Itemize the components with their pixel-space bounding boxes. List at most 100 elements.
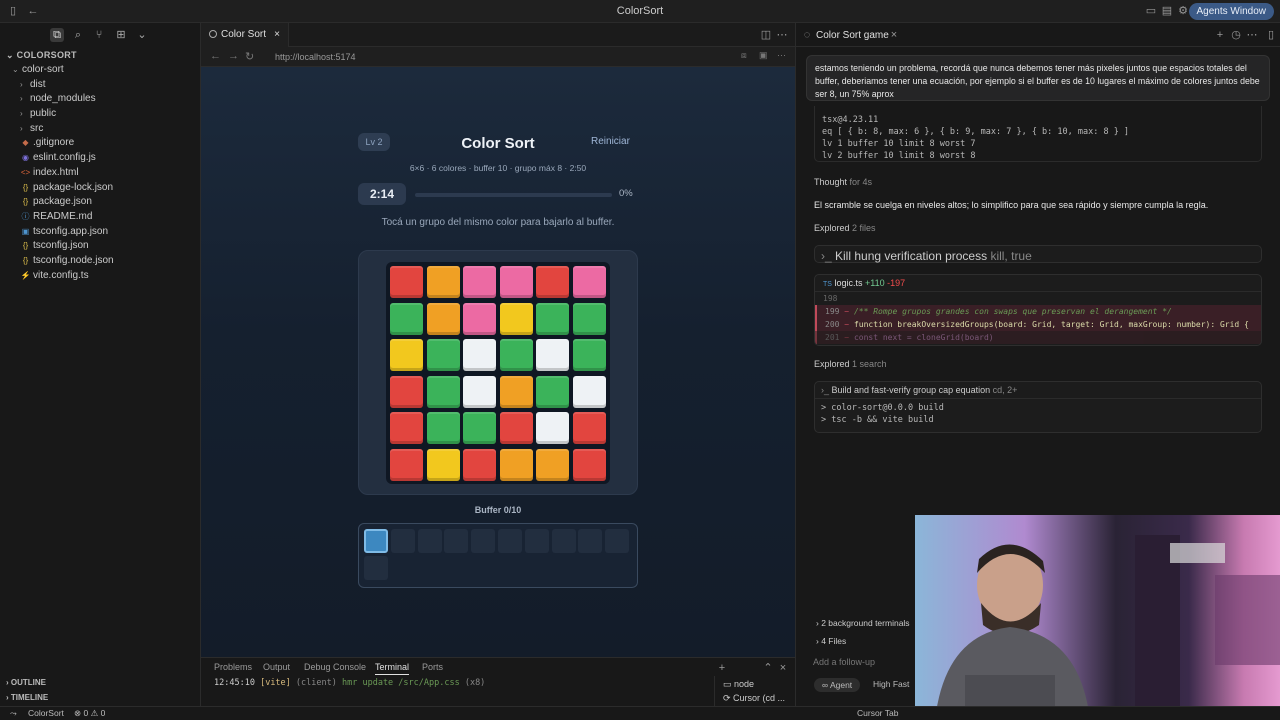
board-cell-orange[interactable] — [499, 449, 533, 481]
extensions-icon[interactable]: ⊞ — [114, 28, 128, 42]
settings-gear-icon[interactable]: ⚙ — [1176, 4, 1190, 18]
tree-folder[interactable]: › src — [0, 122, 200, 137]
board-cell-red[interactable] — [536, 266, 570, 298]
tree-file[interactable]: {} package-lock.json — [0, 181, 200, 196]
more-icon[interactable]: ⋯ — [1245, 28, 1259, 42]
tree-folder[interactable]: › node_modules — [0, 92, 200, 107]
board-cell-orange[interactable] — [536, 449, 570, 481]
board-cell-green[interactable] — [499, 339, 533, 372]
board-cell-green[interactable] — [536, 302, 570, 335]
remote-icon[interactable]: ⤳ — [10, 708, 17, 719]
history-icon[interactable]: ◷ — [1229, 28, 1243, 42]
panel-icon[interactable]: ▤ — [1160, 4, 1174, 18]
layout-icon[interactable]: ▭ — [1144, 4, 1158, 18]
board-cell-pink[interactable] — [463, 266, 497, 298]
model-selector[interactable]: High Fast — [873, 679, 909, 689]
tree-file[interactable]: <> index.html — [0, 166, 200, 181]
board-cell-pink[interactable] — [573, 266, 606, 298]
board-cell-green[interactable] — [573, 339, 606, 372]
split-editor-icon[interactable]: ◫ — [759, 28, 773, 42]
board-cell-pink[interactable] — [499, 266, 533, 298]
tree-file[interactable]: {} tsconfig.json — [0, 239, 200, 254]
tree-file[interactable]: ◉ eslint.config.js — [0, 151, 200, 166]
tree-file[interactable]: ⚡ vite.config.ts — [0, 269, 200, 284]
new-chat-icon[interactable]: + — [1213, 28, 1227, 42]
search-icon[interactable]: ⌕ — [71, 28, 85, 42]
board-cell-green[interactable] — [463, 412, 497, 445]
mode-selector[interactable]: ∞ Agent — [814, 678, 861, 692]
board-cell-yellow[interactable] — [390, 339, 423, 372]
add-terminal-icon[interactable]: + — [715, 661, 729, 675]
board-cell-pink[interactable] — [463, 302, 497, 335]
files-icon[interactable]: ⧉ — [50, 28, 64, 42]
board-cell-white[interactable] — [463, 339, 497, 372]
panel-tab-ports[interactable]: Ports — [422, 662, 443, 672]
agents-window-button[interactable]: Agents Window — [1188, 3, 1274, 20]
close-icon[interactable]: × — [887, 28, 901, 42]
more-icon[interactable]: ⋯ — [777, 50, 786, 61]
terminal-output[interactable]: 12:45:10 [vite] (client) hmr update /src… — [214, 678, 485, 688]
board-cell-orange[interactable] — [499, 375, 533, 408]
followup-input[interactable]: Add a follow-up — [813, 657, 875, 667]
url-field[interactable]: http://localhost:5174 — [275, 52, 356, 62]
thought-indicator[interactable]: Thought for 4s — [814, 177, 872, 187]
terminal-item[interactable]: ⟳ Cursor (cd ... — [723, 693, 795, 704]
devtools-icon[interactable]: ⧈ — [741, 50, 747, 61]
back-icon[interactable]: ← — [210, 50, 221, 62]
board-cell-orange[interactable] — [426, 266, 460, 298]
board-cell-red[interactable] — [390, 449, 423, 481]
panel-tab-problems[interactable]: Problems — [214, 662, 252, 672]
board-cell-yellow[interactable] — [499, 302, 533, 335]
followup-composer[interactable]: Add a follow-up ∞ Agent High Fast — [806, 650, 916, 702]
tree-file[interactable]: ⓘ README.md — [0, 210, 200, 225]
board-cell-yellow[interactable] — [426, 449, 460, 481]
board-cell-orange[interactable] — [426, 302, 460, 335]
board-cell-white[interactable] — [573, 375, 606, 408]
tree-file[interactable]: ▣ tsconfig.app.json — [0, 225, 200, 240]
board-cell-red[interactable] — [573, 412, 606, 445]
board-cell-white[interactable] — [463, 375, 497, 408]
panel-toggle-icon[interactable]: ▯ — [1264, 28, 1278, 42]
board-cell-white[interactable] — [536, 412, 570, 445]
tree-root-folder[interactable]: ⌄ color-sort — [0, 63, 200, 78]
board-cell-red[interactable] — [390, 375, 423, 408]
screenshot-icon[interactable]: ▣ — [759, 50, 768, 61]
workspace-name[interactable]: ColorSort — [28, 708, 64, 718]
forward-icon[interactable]: → — [228, 50, 239, 62]
tree-file[interactable]: {} package.json — [0, 195, 200, 210]
tree-folder[interactable]: › public — [0, 107, 200, 122]
files-summary[interactable]: › 4 Files — [816, 636, 846, 646]
background-terminals[interactable]: › 2 background terminals — [816, 618, 910, 628]
close-icon[interactable]: × — [274, 23, 280, 47]
board-cell-green[interactable] — [426, 412, 460, 445]
kill-process-step[interactable]: ›_ Kill hung verification process kill, … — [814, 245, 1262, 263]
build-step[interactable]: ›_ Build and fast-verify group cap equat… — [814, 381, 1262, 433]
cursor-tab-status[interactable]: Cursor Tab — [857, 708, 898, 718]
board-cell-white[interactable] — [536, 339, 570, 372]
terminal-item[interactable]: ▭ node — [723, 679, 795, 690]
board-cell-green[interactable] — [390, 302, 423, 335]
chevron-down-icon[interactable]: ⌄ — [135, 28, 149, 42]
outline-section[interactable]: › OUTLINE — [6, 678, 46, 687]
tree-file[interactable]: ◆ .gitignore — [0, 136, 200, 151]
board-cell-red[interactable] — [463, 449, 497, 481]
board-cell-green[interactable] — [573, 302, 606, 335]
user-message[interactable]: estamos teniendo un problema, recordá qu… — [806, 55, 1270, 101]
more-icon[interactable]: ⋯ — [775, 28, 789, 42]
board-cell-red[interactable] — [499, 412, 533, 445]
board-cell-green[interactable] — [426, 339, 460, 372]
close-panel-icon[interactable]: × — [776, 661, 790, 675]
board-cell-red[interactable] — [390, 266, 423, 298]
diff-block[interactable]: TS logic.ts +110 -197 198 199 − /** Romp… — [814, 274, 1262, 346]
source-control-icon[interactable]: ⑂ — [92, 28, 106, 42]
board-cell-green[interactable] — [426, 375, 460, 408]
tree-file[interactable]: {} tsconfig.node.json — [0, 254, 200, 269]
panel-tab-output[interactable]: Output — [263, 662, 290, 672]
tree-folder[interactable]: › dist — [0, 78, 200, 93]
board-cell-green[interactable] — [536, 375, 570, 408]
explored-search[interactable]: Explored 1 search — [814, 359, 887, 369]
reload-icon[interactable]: ↻ — [245, 50, 254, 63]
tab-color-sort[interactable]: Color Sort × — [201, 23, 289, 47]
timeline-section[interactable]: › TIMELINE — [6, 693, 48, 702]
panel-tab-terminal[interactable]: Terminal — [375, 662, 410, 675]
